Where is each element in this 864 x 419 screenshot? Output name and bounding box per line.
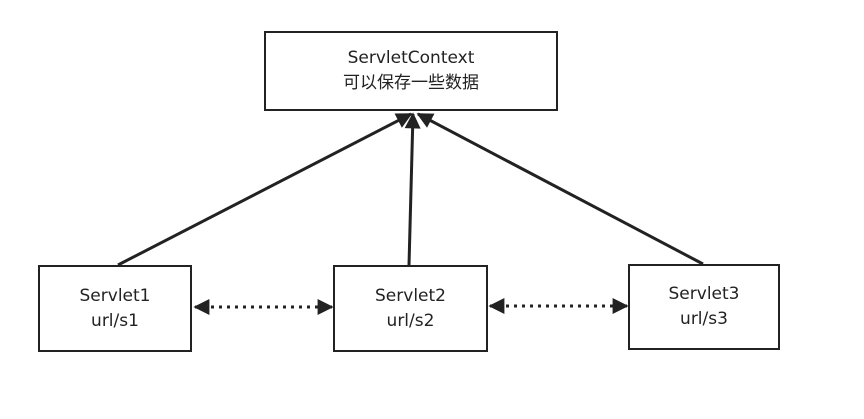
- arrow-servlet1-to-context: [117, 112, 413, 267]
- servlet3-url: url/s3: [680, 309, 728, 329]
- servlet-context-subtitle: 可以保存一些数据: [343, 73, 479, 93]
- arrow-servlet3-to-context: [416, 112, 704, 266]
- diagram-canvas: ServletContext 可以保存一些数据 Servlet1 url/s1 …: [0, 0, 864, 419]
- servlet-context-box: ServletContext 可以保存一些数据: [264, 31, 558, 111]
- servlet1-box: Servlet1 url/s1: [38, 265, 192, 352]
- servlet1-url: url/s1: [91, 310, 139, 331]
- servlet2-url: url/s2: [386, 310, 435, 331]
- servlet2-box: Servlet2 url/s2: [333, 265, 488, 352]
- servlet2-title: Servlet2: [375, 285, 446, 306]
- servlet-context-title: ServletContext: [347, 48, 475, 68]
- servlet3-box: Servlet3 url/s3: [628, 264, 780, 350]
- servlet1-title: Servlet1: [79, 285, 151, 306]
- servlet3-title: Servlet3: [668, 284, 740, 304]
- arrow-servlet2-to-context: [404, 112, 421, 266]
